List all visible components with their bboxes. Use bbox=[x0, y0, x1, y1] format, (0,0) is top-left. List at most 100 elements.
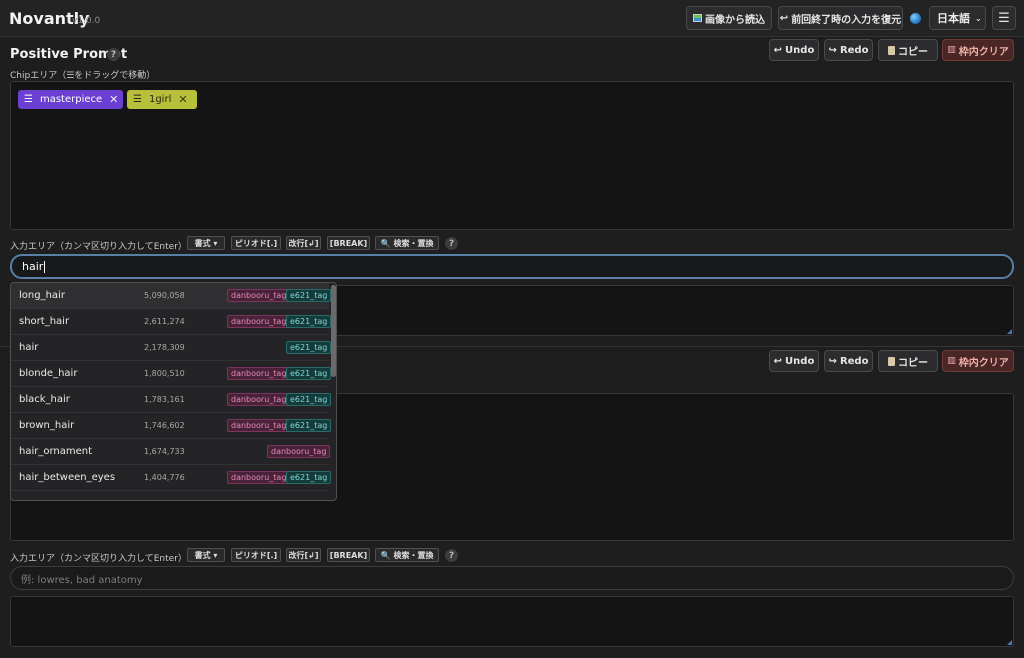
newline-button[interactable]: 改行[↲] bbox=[286, 548, 321, 562]
tag-name: hair_between_eyes bbox=[19, 472, 116, 483]
redo-button[interactable]: ↪ Redo bbox=[824, 350, 873, 372]
tag-name: long_hair bbox=[19, 290, 65, 301]
copy-label: コピー bbox=[898, 46, 928, 58]
positive-input-value: hair bbox=[22, 260, 44, 273]
language-value: 日本語 bbox=[937, 12, 970, 25]
drag-handle-icon[interactable]: ☰ bbox=[24, 94, 33, 105]
language-select[interactable]: 日本語 ⌄ bbox=[929, 6, 986, 30]
load-from-image-label: 画像から読込 bbox=[705, 14, 765, 26]
drag-handle-icon[interactable]: ☰ bbox=[133, 94, 142, 105]
autocomplete-item[interactable]: brown_hair 1,746,602 danbooru_tag e621_t… bbox=[11, 413, 332, 439]
search-icon: 🔍 bbox=[380, 238, 391, 248]
chip-label: 1girl bbox=[148, 94, 172, 105]
dropdown-scrollbar[interactable] bbox=[331, 285, 336, 377]
break-button[interactable]: [BREAK] bbox=[327, 236, 370, 250]
autocomplete-item[interactable]: long_hair 5,090,058 danbooru_tag e621_ta… bbox=[11, 283, 332, 309]
tag-name: brown_hair bbox=[19, 420, 75, 431]
autocomplete-item[interactable]: blonde_hair 1,800,510 danbooru_tag e621_… bbox=[11, 361, 332, 387]
autocomplete-item[interactable]: hair_between_eyes 1,404,776 danbooru_tag… bbox=[11, 465, 332, 491]
clipboard-icon bbox=[888, 356, 895, 366]
copy-label: コピー bbox=[898, 357, 928, 369]
search-icon: 🔍 bbox=[380, 550, 391, 560]
tag-name: black_hair bbox=[19, 394, 70, 405]
tag-count: 1,800,510 bbox=[144, 369, 185, 378]
menu-button[interactable]: ☰ bbox=[992, 6, 1016, 30]
chevron-down-icon: ⌄ bbox=[975, 13, 982, 23]
copy-button[interactable]: コピー bbox=[878, 39, 938, 61]
negative-input[interactable]: 例: lowres, bad anatomy bbox=[10, 566, 1014, 590]
danbooru-badge: danbooru_tag bbox=[227, 367, 291, 380]
resize-handle-icon[interactable] bbox=[1007, 640, 1012, 645]
undo-icon: ↩ bbox=[773, 44, 783, 56]
break-button[interactable]: [BREAK] bbox=[327, 548, 370, 562]
search-replace-label: 検索・置換 bbox=[393, 550, 434, 560]
format-button[interactable]: 書式 ▾ bbox=[187, 548, 225, 562]
return-arrow-icon: ↩ bbox=[779, 12, 789, 24]
input-area-label: 入力エリア（カンマ区切り入力してEnter） bbox=[10, 242, 187, 252]
e621-badge: e621_tag bbox=[286, 315, 332, 328]
help-icon[interactable]: ? bbox=[107, 48, 120, 61]
redo-label: Redo bbox=[839, 355, 869, 367]
newline-button[interactable]: 改行[↲] bbox=[286, 236, 321, 250]
chip-area-label: Chipエリア（☰をドラッグで移動） bbox=[10, 71, 156, 81]
tag-count: 1,746,602 bbox=[144, 421, 185, 430]
undo-button[interactable]: ↩ Undo bbox=[769, 350, 819, 372]
period-button[interactable]: ピリオド[.] bbox=[231, 236, 281, 250]
negative-input-placeholder: 例: lowres, bad anatomy bbox=[21, 574, 143, 586]
danbooru-badge: danbooru_tag bbox=[227, 315, 291, 328]
e621-badge: e621_tag bbox=[286, 471, 332, 484]
resize-handle-icon[interactable] bbox=[1007, 329, 1012, 334]
tag-count: 1,674,733 bbox=[144, 447, 185, 456]
tag-count: 2,178,309 bbox=[144, 343, 185, 352]
restore-last-input-button[interactable]: ↩ 前回終了時の入力を復元 bbox=[778, 6, 903, 30]
positive-input[interactable]: hair bbox=[10, 254, 1014, 279]
top-bar: Novantly v1.0.0 画像から読込 ↩ 前回終了時の入力を復元 日本語… bbox=[0, 0, 1024, 37]
undo-label: Undo bbox=[785, 44, 815, 56]
tag-count: 1,783,161 bbox=[144, 395, 185, 404]
danbooru-badge: danbooru_tag bbox=[227, 419, 291, 432]
period-button[interactable]: ピリオド[.] bbox=[231, 548, 281, 562]
input-area-label: 入力エリア（カンマ区切り入力してEnter） bbox=[10, 554, 187, 564]
e621-badge: e621_tag bbox=[286, 289, 332, 302]
hamburger-icon: ☰ bbox=[998, 10, 1010, 26]
tag-name: blonde_hair bbox=[19, 368, 78, 379]
redo-icon: ↪ bbox=[828, 44, 837, 56]
chip-area[interactable]: ☰ masterpiece ✕ ☰ 1girl ✕ bbox=[10, 81, 1014, 230]
text-cursor bbox=[44, 260, 46, 273]
search-replace-button[interactable]: 🔍 検索・置換 bbox=[375, 548, 439, 562]
undo-button[interactable]: ↩ Undo bbox=[769, 39, 819, 61]
autocomplete-dropdown[interactable]: long_hair 5,090,058 danbooru_tag e621_ta… bbox=[10, 282, 337, 501]
negative-preview-area[interactable] bbox=[10, 596, 1014, 647]
tag-name: hair_ornament bbox=[19, 446, 93, 457]
globe-icon bbox=[910, 13, 921, 24]
help-icon[interactable]: ? bbox=[445, 549, 458, 562]
close-icon[interactable]: ✕ bbox=[178, 93, 187, 106]
close-icon[interactable]: ✕ bbox=[109, 93, 118, 106]
restore-last-input-label: 前回終了時の入力を復元 bbox=[791, 14, 902, 26]
e621-badge: e621_tag bbox=[286, 367, 332, 380]
chip[interactable]: ☰ 1girl ✕ bbox=[127, 90, 197, 109]
clipboard-icon bbox=[888, 45, 895, 55]
e621-badge: e621_tag bbox=[286, 419, 332, 432]
chip[interactable]: ☰ masterpiece ✕ bbox=[18, 90, 123, 109]
format-button[interactable]: 書式 ▾ bbox=[187, 236, 225, 250]
clear-button[interactable]: ▥ 枠内クリア bbox=[942, 350, 1014, 372]
tag-name: hair bbox=[19, 342, 39, 353]
autocomplete-item[interactable]: hair_ornament 1,674,733 danbooru_tag bbox=[11, 439, 331, 465]
undo-label: Undo bbox=[785, 355, 815, 367]
autocomplete-item[interactable]: hair 2,178,309 e621_tag bbox=[11, 335, 332, 361]
redo-button[interactable]: ↪ Redo bbox=[824, 39, 873, 61]
redo-label: Redo bbox=[839, 44, 869, 56]
copy-button[interactable]: コピー bbox=[878, 350, 938, 372]
load-from-image-button[interactable]: 画像から読込 bbox=[686, 6, 772, 30]
danbooru-badge: danbooru_tag bbox=[227, 289, 291, 302]
clear-label: 枠内クリア bbox=[958, 357, 1009, 369]
help-icon[interactable]: ? bbox=[445, 237, 458, 250]
clear-label: 枠内クリア bbox=[958, 46, 1009, 58]
autocomplete-item[interactable]: short_hair 2,611,274 danbooru_tag e621_t… bbox=[11, 309, 332, 335]
danbooru-badge: danbooru_tag bbox=[267, 445, 331, 458]
e621-badge: e621_tag bbox=[286, 341, 332, 354]
search-replace-button[interactable]: 🔍 検索・置換 bbox=[375, 236, 439, 250]
clear-button[interactable]: ▥ 枠内クリア bbox=[942, 39, 1014, 61]
autocomplete-item[interactable]: black_hair 1,783,161 danbooru_tag e621_t… bbox=[11, 387, 332, 413]
